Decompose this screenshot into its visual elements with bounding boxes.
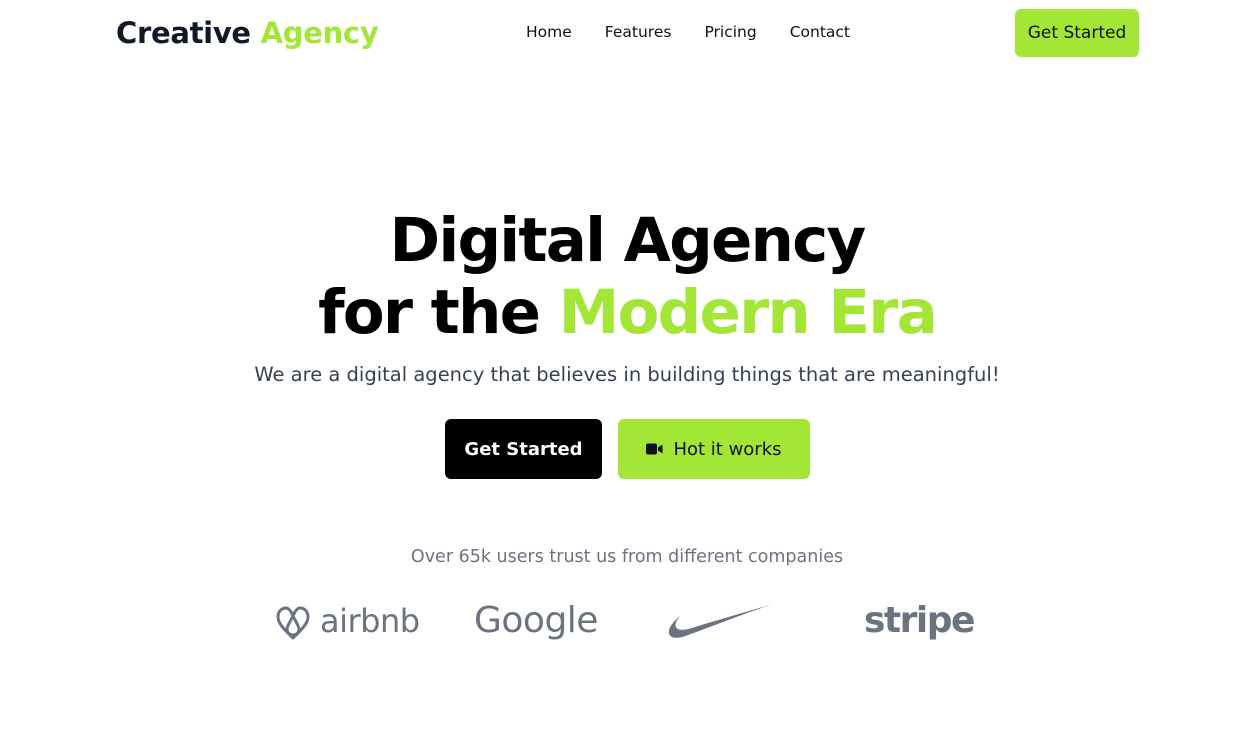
nav-item-pricing[interactable]: Pricing	[704, 23, 756, 41]
trust-statement: Over 65k users trust us from different c…	[410, 547, 844, 567]
nav-item-features[interactable]: Features	[605, 23, 672, 41]
hero-headline: Digital Agency for the Modern Era	[0, 205, 1254, 349]
header-get-started-button[interactable]: Get Started	[1015, 9, 1139, 57]
google-logo: Google	[474, 600, 598, 641]
hero-get-started-button[interactable]: Get Started	[445, 419, 602, 479]
main-nav: Home Features Pricing Contact	[526, 23, 850, 41]
brand-name-primary: Creative	[116, 16, 251, 50]
nav-item-home[interactable]: Home	[526, 23, 572, 41]
nav-item-contact[interactable]: Contact	[790, 23, 850, 41]
airbnb-wordmark: airbnb	[320, 602, 420, 640]
airbnb-icon	[276, 606, 310, 640]
video-camera-icon	[646, 443, 663, 455]
brand-logo[interactable]: Creative Agency	[116, 16, 379, 50]
hero-headline-line1: Digital Agency	[389, 205, 867, 276]
hero-headline-highlight: Modern Era	[558, 277, 938, 348]
nike-swoosh-logo	[668, 602, 774, 648]
how-it-works-button[interactable]: Hot it works	[618, 419, 810, 479]
hero-headline-line2-prefix: for the	[318, 277, 541, 348]
brand-name-accent: Agency	[260, 16, 379, 50]
site-header: Creative Agency Home Features Pricing Co…	[0, 0, 1254, 68]
airbnb-logo: airbnb	[274, 600, 420, 642]
hero-subtitle: We are a digital agency that believes in…	[254, 363, 1000, 386]
stripe-logo: stripe	[864, 600, 975, 641]
how-it-works-label: Hot it works	[673, 438, 782, 460]
